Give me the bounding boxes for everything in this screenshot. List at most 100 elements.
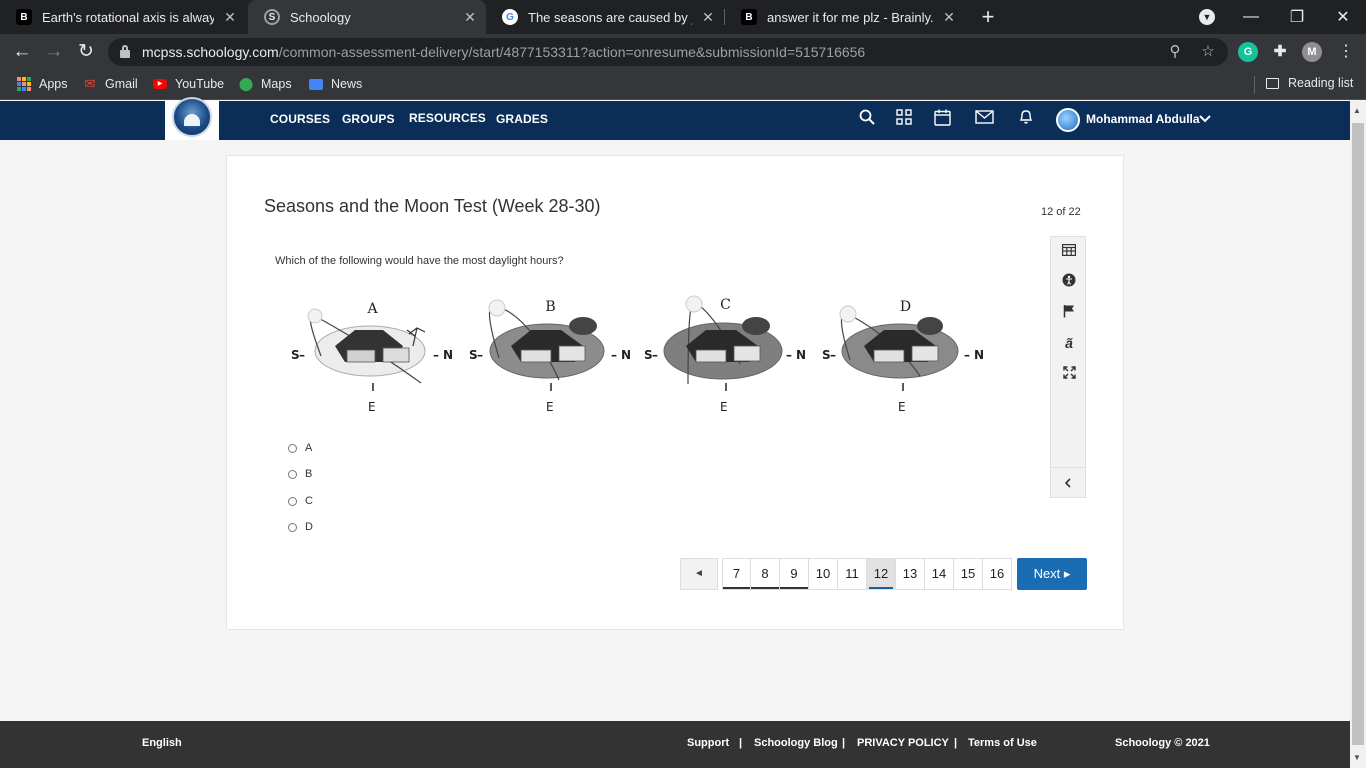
browser-tab-1[interactable]: B Earth's rotational axis is always ti ✕ [0, 0, 246, 34]
pager-page[interactable]: 8 [751, 558, 780, 590]
scroll-up-arrow-icon[interactable]: ▲ [1353, 106, 1361, 115]
bookmark-gmail[interactable]: ✉ Gmail [82, 76, 138, 92]
reload-icon[interactable]: ↻ [74, 40, 98, 64]
pager-page[interactable]: 9 [780, 558, 809, 590]
nav-courses[interactable]: COURSES [270, 112, 330, 126]
radio-button[interactable] [288, 443, 297, 453]
collapse-tools-chevron-icon[interactable] [1051, 467, 1085, 498]
assessment-tools-panel: ã [1050, 236, 1086, 498]
footer-link-terms[interactable]: Terms of Use [968, 737, 1037, 749]
fullscreen-icon[interactable] [1059, 364, 1079, 384]
district-logo[interactable] [165, 96, 219, 140]
bookmark-label: Gmail [105, 77, 138, 91]
nav-resources[interactable]: RESOURCES [409, 111, 486, 125]
bookmark-news[interactable]: News [308, 76, 362, 92]
language-selector[interactable]: English [142, 737, 182, 749]
close-icon[interactable]: ✕ [941, 9, 957, 26]
tab-search-icon[interactable]: ▼ [1199, 9, 1215, 25]
north-label: N [443, 348, 454, 362]
radio-button[interactable] [288, 469, 297, 479]
pager-page[interactable]: 13 [896, 558, 925, 590]
lock-icon[interactable] [120, 45, 130, 58]
browser-menu-icon[interactable]: ⋮ [1334, 40, 1358, 64]
house-sun-path-illustration [488, 299, 605, 391]
nav-grades[interactable]: GRADES [496, 112, 548, 126]
pager-page[interactable]: 14 [925, 558, 954, 590]
back-arrow-icon[interactable]: ← [10, 40, 34, 64]
messages-envelope-icon[interactable] [973, 109, 995, 131]
pager-page[interactable]: 15 [954, 558, 983, 590]
bookmark-separator [1254, 76, 1255, 94]
calculator-icon[interactable] [1059, 241, 1079, 261]
option-label: D [305, 521, 313, 533]
question-text: Which of the following would have the mo… [275, 255, 564, 267]
next-button[interactable]: Next ▸ [1017, 558, 1087, 590]
zoom-icon[interactable]: ⚲ [1165, 42, 1185, 62]
bookmark-star-icon[interactable]: ☆ [1198, 42, 1218, 62]
answer-eliminator-icon[interactable]: ã [1059, 333, 1079, 353]
bookmark-label: Maps [261, 77, 292, 91]
flag-icon[interactable] [1059, 303, 1079, 323]
brainly-icon: B [16, 9, 32, 25]
restore-icon[interactable]: ❐ [1274, 0, 1320, 34]
minimize-icon[interactable]: — [1228, 0, 1274, 34]
browser-tab-2[interactable]: S Schoology ✕ [248, 0, 486, 34]
close-icon[interactable]: ✕ [462, 9, 478, 26]
radio-button[interactable] [288, 496, 297, 506]
answer-option-c[interactable]: C [288, 495, 313, 507]
scroll-down-arrow-icon[interactable]: ▼ [1353, 753, 1361, 762]
footer-copyright: Schoology © 2021 [1115, 737, 1210, 749]
user-name[interactable]: Mohammad Abdulla [1086, 112, 1200, 126]
footer-link-support[interactable]: Support [687, 737, 729, 749]
address-bar[interactable]: mcpss.schoology.com/common-assessment-de… [108, 38, 1228, 66]
close-icon[interactable]: ✕ [700, 9, 716, 26]
browser-tab-3[interactable]: G The seasons are caused by _____ ✕ [486, 0, 724, 34]
bookmark-label: YouTube [175, 77, 225, 91]
browser-toolbar: ← → ↻ mcpss.schoology.com/common-assessm… [0, 34, 1366, 70]
url-text[interactable]: mcpss.schoology.com/common-assessment-de… [142, 44, 865, 60]
pager-page[interactable]: 10 [809, 558, 838, 590]
answer-option-b[interactable]: B [288, 468, 312, 480]
bookmark-maps[interactable]: ⬤ Maps [238, 76, 292, 92]
close-icon[interactable]: ✕ [222, 9, 238, 26]
footer-separator: | [739, 737, 743, 749]
question-figure: A S – – N E B S – – N E C S – – N E D S … [291, 288, 993, 416]
page-scrollbar[interactable]: ▲ ▼ [1350, 101, 1366, 768]
search-icon[interactable] [856, 109, 878, 131]
chevron-down-icon[interactable] [1196, 110, 1214, 126]
reading-list-button[interactable]: Reading list [1266, 76, 1353, 90]
user-avatar[interactable] [1056, 108, 1080, 132]
accessibility-icon[interactable] [1059, 272, 1079, 292]
profile-avatar[interactable]: M [1302, 42, 1322, 62]
answer-option-d[interactable]: D [288, 521, 313, 533]
footer-link-privacy[interactable]: PRIVACY POLICY [857, 737, 949, 749]
bookmark-youtube[interactable]: ▶ YouTube [152, 76, 224, 92]
pager-page-current[interactable]: 12 [867, 558, 896, 590]
new-tab-icon[interactable]: + [976, 5, 1000, 29]
grammarly-icon[interactable]: G [1238, 42, 1258, 62]
pager-prev-button[interactable]: ◄ [680, 558, 718, 590]
bookmark-apps[interactable]: Apps [16, 76, 68, 92]
question-progress: 12 of 22 [1041, 206, 1081, 218]
footer-link-blog[interactable]: Schoology Blog [754, 737, 838, 749]
scroll-thumb[interactable] [1352, 123, 1364, 745]
calendar-icon[interactable] [931, 109, 953, 131]
figure-panel-a: A S – – N E [291, 288, 468, 416]
pager-page[interactable]: 16 [983, 558, 1012, 590]
news-icon [308, 76, 324, 92]
youtube-icon: ▶ [152, 76, 168, 92]
pager-page[interactable]: 11 [838, 558, 867, 590]
extensions-icon[interactable]: ✚ [1270, 42, 1290, 62]
pager-page[interactable]: 7 [722, 558, 751, 590]
apps-grid-icon[interactable] [893, 109, 915, 131]
notifications-bell-icon[interactable] [1015, 109, 1037, 131]
window-close-icon[interactable]: ✕ [1320, 0, 1366, 34]
forward-arrow-icon[interactable]: → [42, 40, 66, 64]
gmail-icon: ✉ [84, 76, 96, 91]
axis-dash: – [786, 348, 792, 362]
radio-button[interactable] [288, 522, 297, 532]
browser-tab-4[interactable]: B answer it for me plz - Brainly.com ✕ [725, 0, 965, 34]
nav-groups[interactable]: GROUPS [342, 112, 395, 126]
reading-list-label: Reading list [1288, 76, 1354, 90]
answer-option-a[interactable]: A [288, 442, 312, 454]
